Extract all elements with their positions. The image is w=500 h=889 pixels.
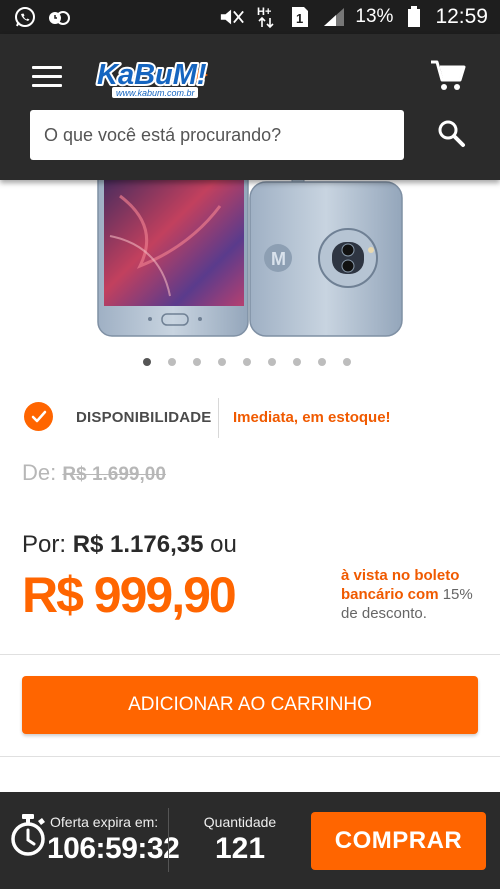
signal-icon — [321, 6, 347, 28]
svg-text:H+: H+ — [257, 6, 271, 18]
availability-label: DISPONIBILIDADE — [76, 409, 212, 426]
old-price-value: R$ 1.699,00 — [62, 464, 166, 485]
carousel-dot[interactable] — [343, 358, 351, 366]
svg-text:1: 1 — [296, 11, 303, 26]
carousel-dot[interactable] — [268, 358, 276, 366]
availability-row: DISPONIBILIDADE Imediata, em estoque! — [24, 398, 484, 438]
carousel-dot[interactable] — [293, 358, 301, 366]
svg-text:M: M — [271, 249, 286, 269]
divider — [0, 756, 500, 757]
battery-icon — [401, 6, 427, 28]
payment-note-highlight: à vista no boleto bancário com — [341, 567, 460, 603]
regular-price-prefix: Por: — [22, 531, 67, 558]
buy-button[interactable]: COMPRAR — [311, 812, 486, 870]
availability-value: Imediata, em estoque! — [233, 409, 391, 426]
divider — [218, 398, 219, 438]
search-input[interactable] — [44, 124, 404, 146]
mute-icon — [219, 6, 245, 28]
old-price: De: R$ 1.699,00 — [22, 460, 166, 486]
carousel-dot[interactable] — [143, 358, 151, 366]
regular-price-suffix: ou — [210, 531, 237, 558]
carousel-dot[interactable] — [193, 358, 201, 366]
offer-expires-label: Oferta expira em: — [50, 814, 159, 830]
product-image[interactable]: M — [90, 176, 410, 342]
search-icon[interactable] — [436, 118, 468, 150]
divider — [0, 654, 500, 655]
svg-text:www.kabum.com.br: www.kabum.com.br — [116, 88, 196, 98]
cart-icon[interactable] — [430, 58, 466, 92]
clock: 12:59 — [435, 5, 488, 28]
divider — [168, 808, 169, 872]
payment-note: à vista no boleto bancário com 15% de de… — [341, 566, 481, 623]
search-box[interactable] — [30, 110, 404, 160]
hamburger-menu-icon[interactable] — [32, 66, 62, 88]
image-carousel-dots — [143, 358, 351, 366]
status-bar: H+ 1 13% 12:59 — [0, 0, 500, 34]
other-app-icon — [46, 6, 72, 28]
quantity-label: Quantidade — [203, 814, 277, 830]
cash-price: R$ 999,90 — [22, 567, 237, 623]
data-icon: H+ — [253, 6, 279, 29]
carousel-dot[interactable] — [318, 358, 326, 366]
carousel-dot[interactable] — [168, 358, 176, 366]
check-icon — [24, 402, 53, 431]
offer-countdown: 106:59:32 — [47, 832, 180, 865]
app-header: KaBuM! KaBuM! www.kabum.com.br — [0, 34, 500, 180]
quantity-value: 121 — [214, 832, 266, 865]
carousel-dot[interactable] — [243, 358, 251, 366]
offer-bottom-bar: Oferta expira em: 106:59:32 Quantidade 1… — [0, 792, 500, 889]
regular-price: Por: R$ 1.176,35 ou — [22, 531, 237, 559]
sim-icon: 1 — [287, 6, 313, 28]
battery-percent: 13% — [355, 6, 394, 27]
regular-price-value: R$ 1.176,35 — [72, 531, 204, 558]
stopwatch-icon — [8, 812, 48, 858]
carousel-dot[interactable] — [218, 358, 226, 366]
svg-text:KaBuM!: KaBuM! — [97, 59, 207, 91]
add-to-cart-button[interactable]: ADICIONAR AO CARRINHO — [22, 676, 478, 734]
whatsapp-icon — [12, 6, 38, 28]
kabum-logo[interactable]: KaBuM! KaBuM! www.kabum.com.br — [94, 56, 212, 100]
old-price-prefix: De: — [22, 460, 57, 485]
